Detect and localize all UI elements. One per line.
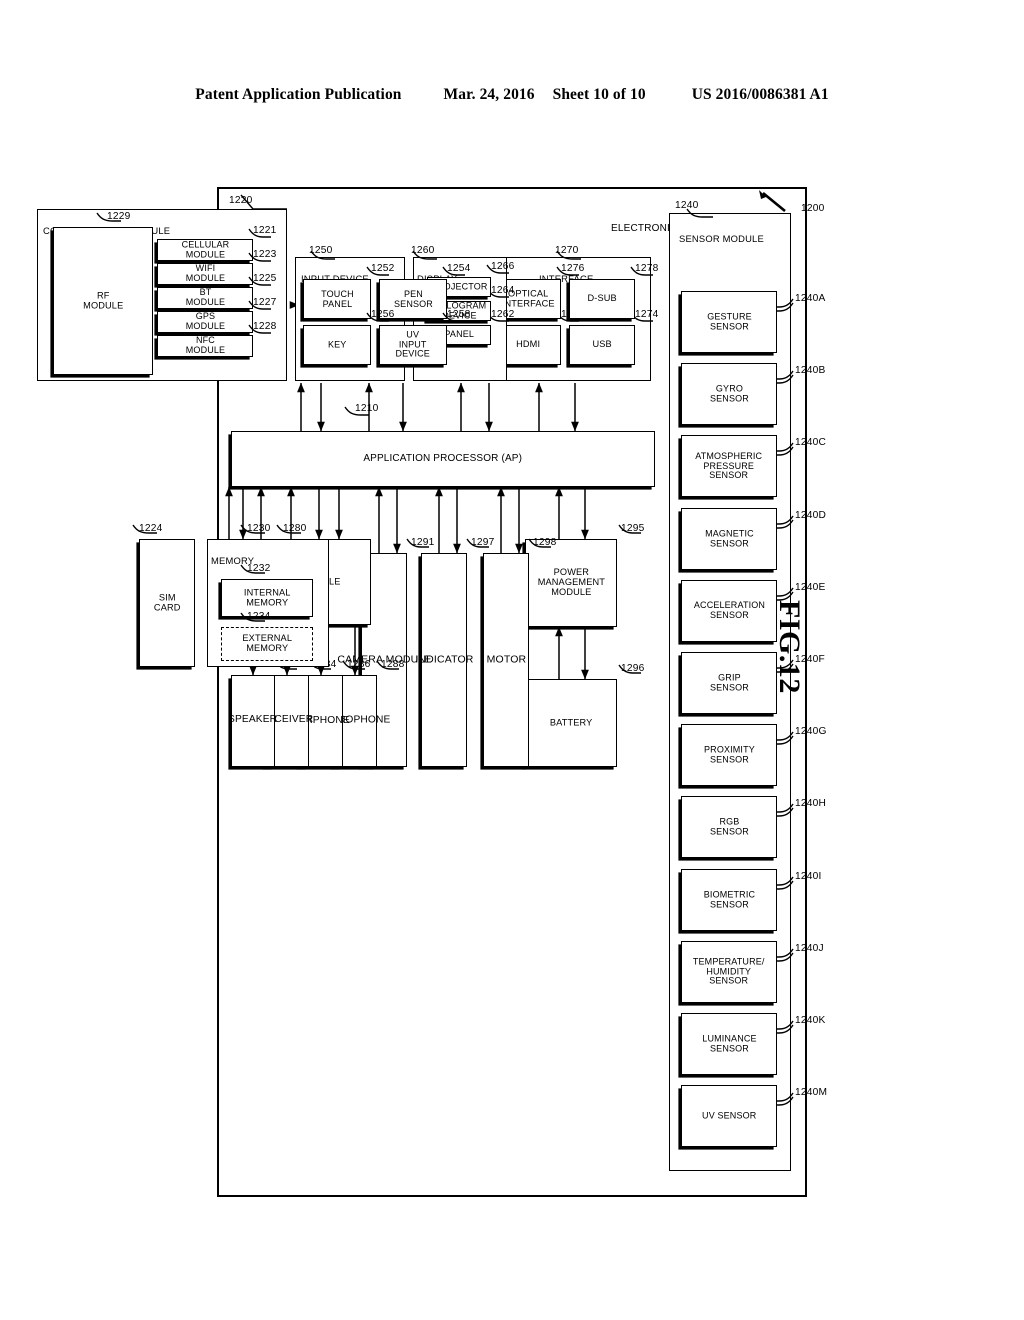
application-processor-leader: [344, 406, 369, 416]
internal-memory-leader: [240, 564, 265, 574]
input-item-1-label: TOUCH PANEL: [320, 288, 354, 308]
peripheral-box-1[interactable]: MOTOR: [483, 553, 529, 767]
leader-line: [777, 735, 794, 745]
figure-caption: FIG.12: [773, 600, 806, 694]
leader-line: [777, 948, 794, 958]
rf-module-box[interactable]: RF MODULE: [53, 227, 153, 375]
interface-item-2-label: USB: [592, 339, 612, 350]
leader-line: [777, 807, 794, 818]
leader-line: [777, 880, 794, 890]
rf-module-leader: [96, 212, 121, 222]
leader-line: [777, 1096, 794, 1106]
leader-line: [777, 370, 794, 380]
page-header: Patent Application Publication Mar. 24, …: [0, 86, 1024, 104]
figure-rotated-layer: 1200 ELECTRONIC DEVICE (1201) SENSOR MOD…: [37, 187, 827, 1197]
leader-line: [777, 952, 794, 962]
application-processor-label: APPLICATION PROCESSOR (AP): [363, 452, 523, 464]
sensor-module-leader: [686, 208, 713, 218]
sim-card-leader: [132, 524, 157, 534]
external-memory-leader: [240, 612, 265, 622]
interface-item-4-label: D-SUB: [587, 293, 617, 304]
sim-card-label: SIM CARD: [153, 592, 181, 612]
leader-line: [777, 446, 794, 457]
audio-output-4-label: SPEAKER: [228, 714, 278, 726]
comm-item-2-label: WIFI MODULE: [185, 263, 225, 283]
leader-line: [406, 538, 429, 548]
leader-line: [442, 266, 465, 276]
leader-line: [630, 266, 653, 276]
peripheral-box-1-label: MOTOR: [486, 653, 526, 666]
leader-line: [442, 312, 465, 322]
leader-line: [777, 515, 794, 525]
memory-leader: [240, 524, 265, 534]
application-processor-box[interactable]: APPLICATION PROCESSOR (AP): [231, 431, 655, 487]
battery-label: BATTERY: [549, 717, 593, 728]
leader-line: [777, 876, 794, 886]
leader-line: [528, 538, 551, 548]
sheet-number: Sheet 10 of 10: [552, 86, 646, 103]
publication-title: Patent Application Publication: [195, 86, 402, 103]
comm-item-5-label: NFC MODULE: [185, 335, 225, 355]
leader-line: [777, 519, 794, 529]
comm-item-1-label: CELLULAR MODULE: [181, 239, 229, 260]
leader-line: [777, 1092, 794, 1102]
input-item-3-label: KEY: [327, 339, 347, 350]
leader-line: [777, 1020, 794, 1030]
rf-module-label: RF MODULE: [82, 290, 124, 310]
leader-line: [777, 298, 794, 308]
patent-number: US 2016/0086381 A1: [691, 86, 829, 103]
leader-line: [248, 324, 271, 334]
leader-line: [777, 1024, 794, 1034]
power-management-leader: [618, 524, 641, 534]
battery-leader: [618, 664, 641, 674]
leader-line: [777, 374, 794, 384]
leader-line: [777, 442, 794, 453]
comm-item-4-label: GPS MODULE: [185, 311, 225, 331]
leader-line: [777, 731, 794, 741]
publication-date: Mar. 24, 2016: [443, 86, 535, 103]
leader-line: [777, 803, 794, 814]
leader-line: [777, 302, 794, 312]
sim-card-box[interactable]: SIM CARD: [139, 539, 195, 667]
comm-item-3-label: BT MODULE: [185, 287, 225, 307]
